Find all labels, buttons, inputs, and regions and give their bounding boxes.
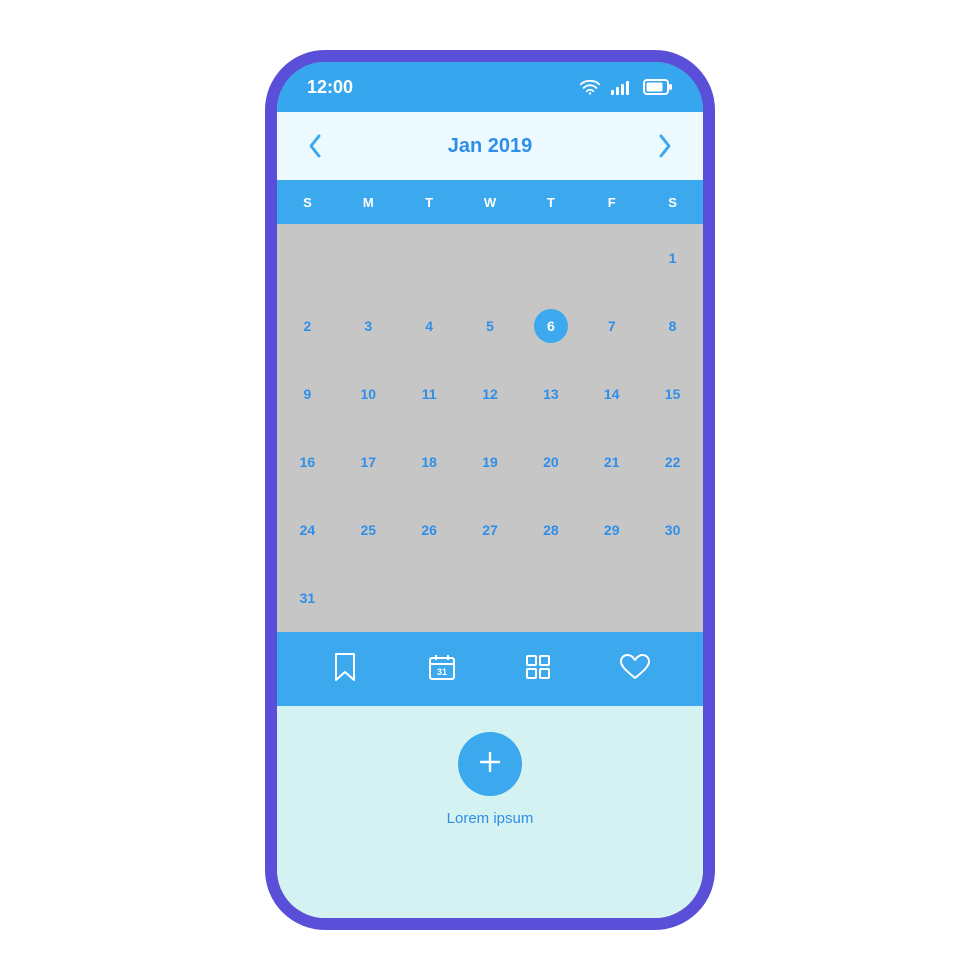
day-cell[interactable]: 6 — [520, 292, 581, 360]
weekday-label: W — [460, 180, 521, 224]
day-cell — [581, 564, 642, 632]
fab-area: Lorem ipsum — [277, 706, 703, 918]
day-cell — [520, 224, 581, 292]
day-cell[interactable]: 29 — [581, 496, 642, 564]
weekday-label: T — [520, 180, 581, 224]
weekday-label: M — [338, 180, 399, 224]
day-cell[interactable]: 19 — [460, 428, 521, 496]
status-bar: 12:00 — [277, 62, 703, 112]
month-label: Jan 2019 — [448, 135, 533, 158]
day-cell[interactable]: 5 — [460, 292, 521, 360]
day-cell — [460, 224, 521, 292]
day-cell — [277, 224, 338, 292]
add-button[interactable] — [458, 732, 522, 796]
day-cell[interactable]: 27 — [460, 496, 521, 564]
bookmark-icon — [332, 652, 358, 687]
status-time: 12:00 — [307, 77, 353, 98]
weekday-label: T — [399, 180, 460, 224]
nav-favorites[interactable] — [611, 645, 659, 693]
day-cell[interactable]: 22 — [642, 428, 703, 496]
prev-month-button[interactable] — [301, 132, 329, 160]
day-cell[interactable]: 13 — [520, 360, 581, 428]
phone-frame: 12:00 — [265, 50, 715, 930]
day-cell[interactable]: 4 — [399, 292, 460, 360]
day-cell[interactable]: 31 — [277, 564, 338, 632]
day-cell[interactable]: 18 — [399, 428, 460, 496]
day-cell[interactable]: 7 — [581, 292, 642, 360]
day-cell[interactable]: 10 — [338, 360, 399, 428]
day-cell[interactable]: 25 — [338, 496, 399, 564]
day-cell — [460, 564, 521, 632]
day-cell[interactable]: 2 — [277, 292, 338, 360]
day-cell — [520, 564, 581, 632]
calendar-icon: 31 — [427, 652, 457, 687]
day-cell — [338, 564, 399, 632]
heart-icon — [619, 653, 651, 686]
day-cell — [581, 224, 642, 292]
weekday-label: F — [581, 180, 642, 224]
plus-icon — [477, 749, 503, 780]
weekday-label: S — [642, 180, 703, 224]
day-cell — [399, 224, 460, 292]
day-cell[interactable]: 3 — [338, 292, 399, 360]
phone-screen: 12:00 — [277, 62, 703, 918]
fab-label: Lorem ipsum — [447, 810, 534, 827]
battery-icon — [643, 79, 673, 95]
day-cell[interactable]: 24 — [277, 496, 338, 564]
bottom-nav: 31 — [277, 632, 703, 706]
grid-icon — [524, 653, 552, 686]
day-cell[interactable]: 8 — [642, 292, 703, 360]
calendar-grid: 1234567891011121314151617181920212224252… — [277, 224, 703, 632]
month-navigation: Jan 2019 — [277, 112, 703, 180]
weekday-label: S — [277, 180, 338, 224]
nav-bookmark[interactable] — [321, 645, 369, 693]
day-cell[interactable]: 11 — [399, 360, 460, 428]
day-cell[interactable]: 28 — [520, 496, 581, 564]
day-cell[interactable]: 14 — [581, 360, 642, 428]
signal-icon — [611, 78, 633, 96]
status-icons — [579, 78, 673, 96]
day-cell[interactable]: 9 — [277, 360, 338, 428]
day-cell — [642, 564, 703, 632]
nav-grid[interactable] — [514, 645, 562, 693]
weekday-header: S M T W T F S — [277, 180, 703, 224]
day-cell[interactable]: 26 — [399, 496, 460, 564]
svg-text:31: 31 — [437, 667, 447, 677]
wifi-icon — [579, 78, 601, 96]
nav-calendar[interactable]: 31 — [418, 645, 466, 693]
next-month-button[interactable] — [651, 132, 679, 160]
day-cell[interactable]: 30 — [642, 496, 703, 564]
day-cell[interactable]: 20 — [520, 428, 581, 496]
day-cell — [338, 224, 399, 292]
day-cell[interactable]: 17 — [338, 428, 399, 496]
day-cell[interactable]: 16 — [277, 428, 338, 496]
day-cell[interactable]: 12 — [460, 360, 521, 428]
day-cell[interactable]: 1 — [642, 224, 703, 292]
day-cell[interactable]: 15 — [642, 360, 703, 428]
day-cell — [399, 564, 460, 632]
day-cell[interactable]: 21 — [581, 428, 642, 496]
